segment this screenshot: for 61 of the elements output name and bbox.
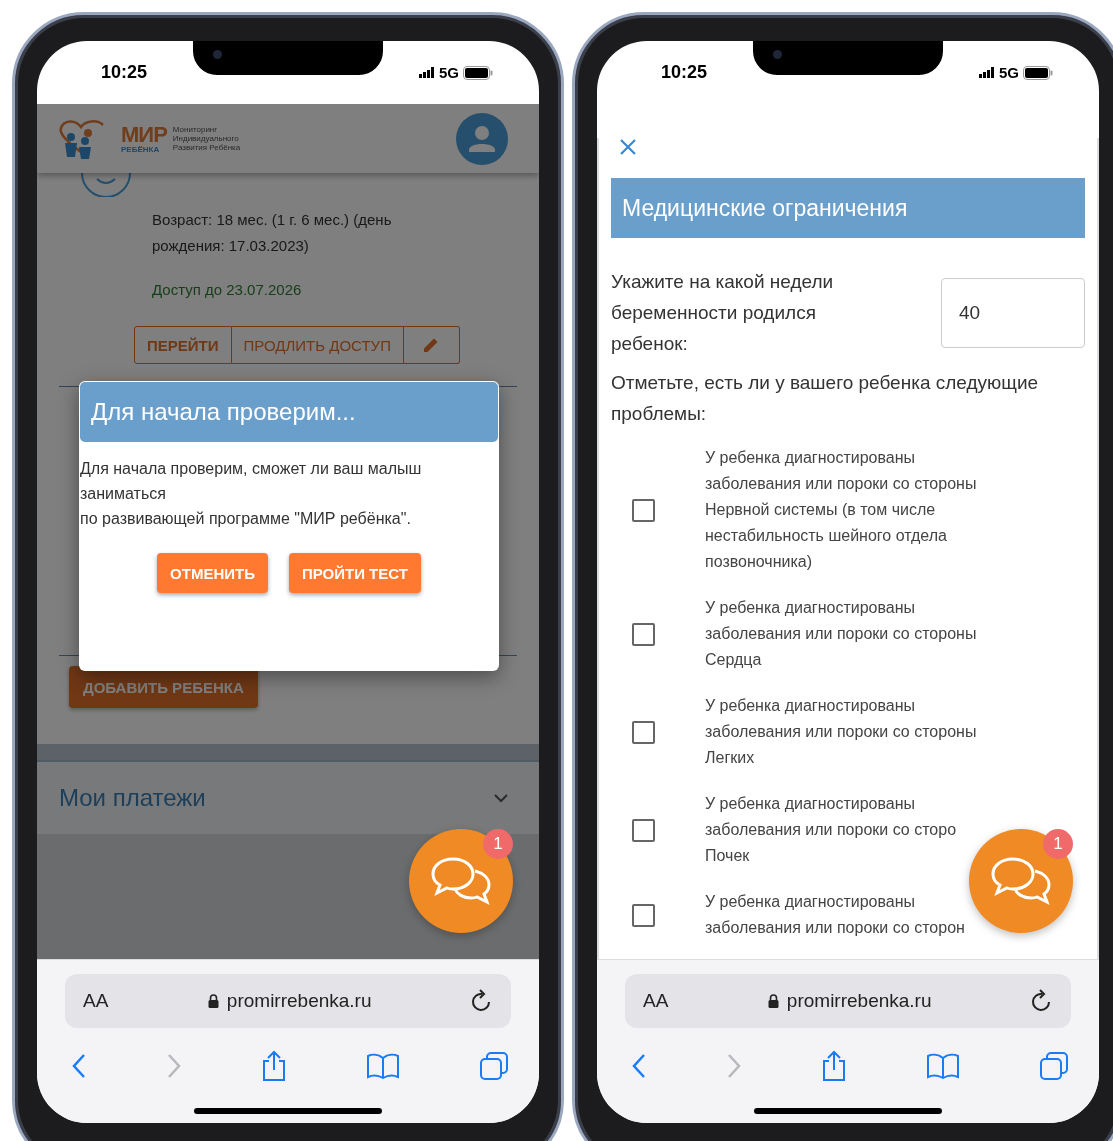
reload-icon[interactable] xyxy=(1031,989,1053,1013)
chat-bubbles-icon xyxy=(429,855,493,907)
problem-label: У ребенка диагностированы заболевания или пороки со сторон xyxy=(705,892,965,938)
avatar-icon[interactable] xyxy=(456,112,508,165)
chat-bubbles-icon xyxy=(989,855,1053,907)
battery-icon xyxy=(463,65,493,80)
notification-badge: 1 xyxy=(1043,829,1073,859)
back-button[interactable] xyxy=(71,1053,87,1079)
battery-icon xyxy=(1023,65,1053,80)
weeks-input[interactable]: 40 xyxy=(941,277,1085,348)
text-size-button[interactable]: AA xyxy=(83,990,109,1012)
signal-icon xyxy=(419,67,435,78)
card-action-button[interactable]: ПРОДЛИТЬ ДОСТУП xyxy=(231,326,404,364)
logo-subtitle: РЕБЁНКА xyxy=(121,145,161,154)
card-action-button[interactable]: ПЕРЕЙТИ xyxy=(134,326,232,364)
checkbox[interactable] xyxy=(632,818,655,842)
checkbox[interactable] xyxy=(632,498,655,522)
checkbox[interactable] xyxy=(632,622,655,646)
bookmarks-button[interactable] xyxy=(366,1053,400,1079)
payments-panel[interactable]: Мои платежи xyxy=(37,760,539,834)
problem-label: У ребенка диагностированы заболевания или пороки со стороны Сердца xyxy=(705,598,977,670)
tabs-button[interactable] xyxy=(1039,1051,1069,1081)
dialog-title: Для начала проверим... xyxy=(80,382,498,442)
reload-icon[interactable] xyxy=(471,989,493,1013)
access-date: Доступ до 23.07.2026 xyxy=(152,281,303,298)
logo-wordmark: МИР xyxy=(121,123,167,146)
dialog-button[interactable]: ПРОЙТИ ТЕСТ xyxy=(288,553,421,593)
dialog-button[interactable]: ОТМЕНИТЬ xyxy=(157,553,268,593)
lock-icon xyxy=(207,994,219,1008)
address-bar[interactable]: AA promirrebenka.ru xyxy=(625,974,1071,1028)
signal-icon xyxy=(979,67,995,78)
url-text: promirrebenka.ru xyxy=(786,990,932,1012)
payments-title: Мои платежи xyxy=(59,784,206,812)
text-size-button[interactable]: AA xyxy=(643,990,669,1012)
network-label: 5G xyxy=(439,64,459,81)
address-bar[interactable]: AA promirrebenka.ru xyxy=(65,974,511,1028)
status-time: 10:25 xyxy=(661,62,708,83)
share-button[interactable] xyxy=(261,1050,287,1082)
problem-label: У ребенка диагностированы заболевания или пороки со сторо Почек xyxy=(705,794,957,866)
question-label: Укажите на какой недели беременности родился ребенок: xyxy=(611,270,835,356)
problem-label: У ребенка диагностированы заболевания или пороки со стороны Легких xyxy=(705,696,977,768)
form-title: Медицинские ограничения xyxy=(611,178,1085,238)
back-button[interactable] xyxy=(631,1053,647,1079)
chat-button[interactable]: 1 xyxy=(969,829,1073,933)
problems-label: Отметьте, есть ли у вашего ребенка следующие проблемы: xyxy=(611,371,1040,426)
bookmarks-button[interactable] xyxy=(926,1053,960,1079)
checkbox[interactable] xyxy=(632,903,655,927)
problem-label: У ребенка диагностированы заболевания или пороки со стороны Нервной системы (в том числе нестабильность шейного отдела позвоночника) xyxy=(705,448,977,572)
dialog-message: Для начала проверим, сможет ли ваш малыш заниматься по развивающей программе "МИР ребёнка". xyxy=(80,459,423,529)
network-label: 5G xyxy=(999,64,1019,81)
lock-icon xyxy=(767,994,779,1008)
logo-tagline: Мониторинг Индивидуального Развития Ребёнка xyxy=(172,124,241,153)
smiley-icon xyxy=(81,173,131,197)
checkbox[interactable] xyxy=(632,720,655,744)
status-time: 10:25 xyxy=(101,62,148,83)
edit-button[interactable] xyxy=(403,326,460,364)
child-age: Возраст: 18 мес. (1 г. 6 мес.) (день рождения: 17.03.2023) xyxy=(152,210,393,256)
tabs-button[interactable] xyxy=(479,1051,509,1081)
share-button[interactable] xyxy=(821,1050,847,1082)
close-icon[interactable] xyxy=(619,138,637,156)
url-text: promirrebenka.ru xyxy=(226,990,372,1012)
